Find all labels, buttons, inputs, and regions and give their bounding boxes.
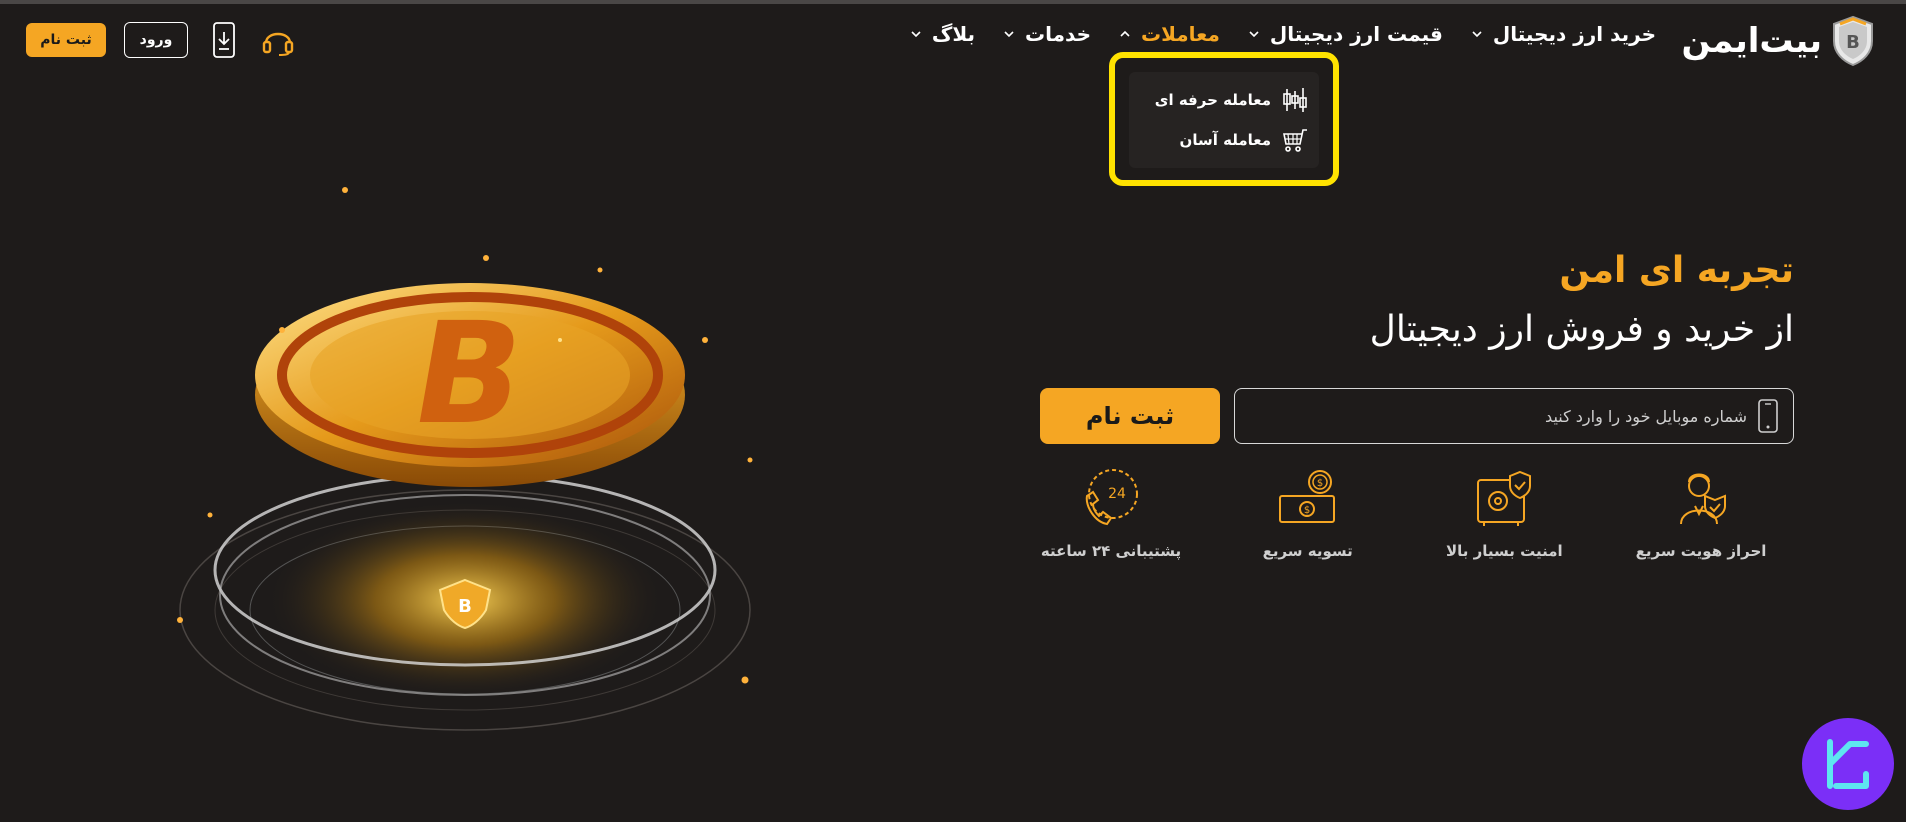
nav-crypto-price[interactable]: قیمت ارز دیجیتال — [1248, 22, 1443, 46]
safe-shield-icon — [1477, 470, 1532, 526]
chevron-down-icon — [911, 31, 921, 38]
svg-text:B: B — [1846, 32, 1860, 53]
logo-text: بیت‌ایمن — [1681, 21, 1823, 61]
phone-input[interactable] — [1267, 406, 1747, 426]
nav-label: معاملات — [1141, 22, 1220, 46]
nav-services[interactable]: خدمات — [1003, 22, 1091, 46]
menu-item-label: معامله آسان — [1179, 131, 1271, 149]
nav-label: قیمت ارز دیجیتال — [1269, 22, 1443, 46]
app-download-button[interactable] — [206, 22, 242, 58]
chevron-down-icon — [1249, 31, 1259, 38]
cart-icon — [1283, 129, 1307, 152]
feature-label: تسویه سریع — [1262, 542, 1353, 560]
site-logo[interactable]: بیت‌ایمن B — [1682, 14, 1876, 68]
nav-label: خرید ارز دیجیتال — [1492, 22, 1656, 46]
site-header: بیت‌ایمن B خرید ارز دیجیتال قیمت ارز دیج… — [0, 4, 1906, 74]
feature-item: $ $ تسویه سریع — [1223, 466, 1393, 560]
nav-label: خدمات — [1025, 22, 1091, 46]
shield-logo-icon: B — [1833, 15, 1873, 67]
nav-label: بلاگ — [931, 22, 976, 46]
menu-item-pro-trade[interactable]: معامله حرفه ای — [1139, 80, 1309, 120]
feature-item: 24 پشتیبانی ۲۴ ساعته — [1026, 466, 1196, 560]
chevron-up-icon — [1120, 30, 1130, 37]
nav-blog[interactable]: بلاگ — [910, 22, 975, 46]
svg-text:24: 24 — [1108, 486, 1126, 502]
main-nav: خرید ارز دیجیتال قیمت ارز دیجیتال معاملا… — [910, 22, 1656, 46]
hero-section: تجربه ای امن از خرید و فروش ارز دیجیتال — [934, 250, 1794, 350]
feature-item: احراز هویت سریع — [1616, 466, 1786, 560]
agent-verify-icon — [1680, 473, 1726, 525]
feature-label: امنیت بسیار بالا — [1445, 542, 1563, 560]
phone-24-icon: 24 — [1085, 469, 1139, 526]
features-row: احراز هویت سریع امنیت بسیار بالا $ $ تسو… — [1026, 466, 1786, 560]
nav-buy-crypto[interactable]: خرید ارز دیجیتال — [1471, 22, 1656, 46]
support-button[interactable] — [260, 22, 296, 58]
hero-signup-button[interactable]: ثبت نام — [1040, 388, 1220, 444]
menu-item-easy-trade[interactable]: معامله آسان — [1139, 120, 1309, 160]
cash-coin-icon: $ $ — [1278, 470, 1335, 523]
svg-text:B: B — [458, 596, 472, 617]
phone-field[interactable] — [1234, 388, 1794, 444]
header-signup-button[interactable]: ثبت نام — [26, 23, 106, 57]
header-actions: ثبت نام ورود — [26, 22, 296, 58]
watermark-logo-icon — [1802, 718, 1894, 810]
svg-text:$: $ — [1304, 505, 1310, 516]
candlestick-icon — [1283, 88, 1307, 112]
bitcoin-coin-illustration: B B — [177, 187, 753, 731]
mobile-download-icon — [213, 22, 235, 58]
menu-item-label: معامله حرفه ای — [1154, 91, 1271, 109]
chevron-down-icon — [1472, 31, 1482, 38]
hero-subtitle: از خرید و فروش ارز دیجیتال — [1369, 309, 1794, 350]
mobile-phone-icon — [1758, 399, 1778, 433]
feature-item: امنیت بسیار بالا — [1419, 466, 1589, 560]
trades-dropdown-menu: معامله حرفه ای معامله آسان — [1129, 72, 1319, 168]
feature-label: احراز هویت سریع — [1635, 542, 1767, 560]
signup-form: ثبت نام — [1040, 388, 1794, 444]
headset-icon — [262, 32, 294, 56]
hero-title: تجربه ای امن — [1559, 250, 1794, 291]
feature-label: پشتیبانی ۲۴ ساعته — [1040, 542, 1182, 560]
nav-trades[interactable]: معاملات — [1119, 22, 1220, 46]
header-login-button[interactable]: ورود — [124, 22, 188, 58]
svg-text:$: $ — [1317, 478, 1323, 489]
chevron-down-icon — [1004, 31, 1014, 38]
